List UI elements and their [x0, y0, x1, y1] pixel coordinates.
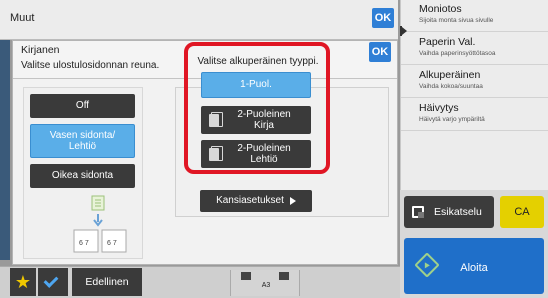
- menu-item-subtitle: Vaihda kokoa/suuntaa: [419, 83, 483, 90]
- start-label: Aloita: [460, 262, 488, 274]
- binding-illustration-icon: 6 7 6 7: [73, 195, 127, 253]
- dialog-subtitle: Valitse ulostulosidonnan reuna.: [21, 60, 160, 71]
- outer-ok-button[interactable]: OK: [372, 8, 394, 28]
- binding-left-button[interactable]: Vasen sidonta/ Lehtiö: [30, 124, 135, 158]
- previous-button[interactable]: Edellinen: [72, 268, 142, 296]
- original-type-prompt: Valitse alkuperäinen tyyppi.: [197, 56, 319, 67]
- type-1-sided-button[interactable]: 1-Puol.: [201, 72, 311, 98]
- menu-item-subtitle: Häivytä varjo ympäriltä: [419, 116, 485, 123]
- tray-indicator: A3: [230, 270, 300, 296]
- arrow-right-icon: [289, 197, 296, 205]
- clear-all-button[interactable]: CA: [500, 196, 544, 228]
- menu-item-moniotos[interactable]: Moniotos Sijoita monta sivua sivulle: [401, 0, 548, 32]
- menu-item-title: Häivytys: [419, 102, 459, 114]
- star-icon[interactable]: ★: [10, 268, 36, 296]
- document-icon: [209, 112, 223, 127]
- tray-icon: [241, 272, 251, 280]
- preview-button[interactable]: Esikatselu: [404, 196, 494, 228]
- binding-options-group: Off Vasen sidonta/ Lehtiö Oikea sidonta …: [23, 87, 143, 259]
- outer-panel-title: Muut: [10, 12, 35, 24]
- menu-item-alkuperainen[interactable]: Alkuperäinen Vaihda kokoa/suuntaa: [401, 66, 548, 98]
- start-button[interactable]: Aloita: [404, 238, 544, 294]
- tray-icon: [279, 272, 289, 280]
- check-button[interactable]: [38, 268, 68, 296]
- menu-item-title: Paperin Val.: [419, 36, 476, 48]
- binding-off-button[interactable]: Off: [30, 94, 135, 118]
- document-icon: [209, 146, 223, 161]
- preview-icon: [412, 206, 424, 218]
- menu-item-title: Alkuperäinen: [419, 69, 481, 81]
- type-2-sided-book-label: 2-Puoleinen Kirja: [237, 108, 291, 132]
- illustration-label-left: 6 7: [79, 240, 89, 247]
- outer-panel-header: Muut OK: [0, 0, 398, 40]
- dialog-title: Kirjanen: [21, 44, 60, 56]
- dialog-ok-button[interactable]: OK: [369, 42, 391, 62]
- type-2-sided-tablet-button[interactable]: 2-Puoleinen Lehtiö: [201, 140, 311, 168]
- preview-label: Esikatselu: [434, 206, 482, 218]
- cover-settings-button[interactable]: Kansiasetukset: [200, 190, 312, 212]
- tray-label: A3: [261, 282, 271, 289]
- menu-collapse-arrow-icon[interactable]: [402, 27, 407, 35]
- check-icon: [43, 273, 59, 288]
- cover-settings-label: Kansiasetukset: [216, 195, 284, 207]
- type-2-sided-tablet-label: 2-Puoleinen Lehtiö: [237, 142, 291, 166]
- menu-item-subtitle: Vaihda paperinsyöttötasoa: [419, 50, 496, 57]
- menu-item-paperin-val[interactable]: Paperin Val. Vaihda paperinsyöttötasoa: [401, 33, 548, 65]
- menu-item-subtitle: Sijoita monta sivua sivulle: [419, 17, 494, 24]
- right-menu: Moniotos Sijoita monta sivua sivulle Pap…: [400, 0, 548, 190]
- binding-right-button[interactable]: Oikea sidonta: [30, 164, 135, 188]
- illustration-label-right: 6 7: [107, 240, 117, 247]
- menu-item-haivytys[interactable]: Häivytys Häivytä varjo ympäriltä: [401, 99, 548, 131]
- type-2-sided-book-button[interactable]: 2-Puoleinen Kirja: [201, 106, 311, 134]
- background-strip: [0, 40, 10, 260]
- menu-item-title: Moniotos: [419, 3, 462, 15]
